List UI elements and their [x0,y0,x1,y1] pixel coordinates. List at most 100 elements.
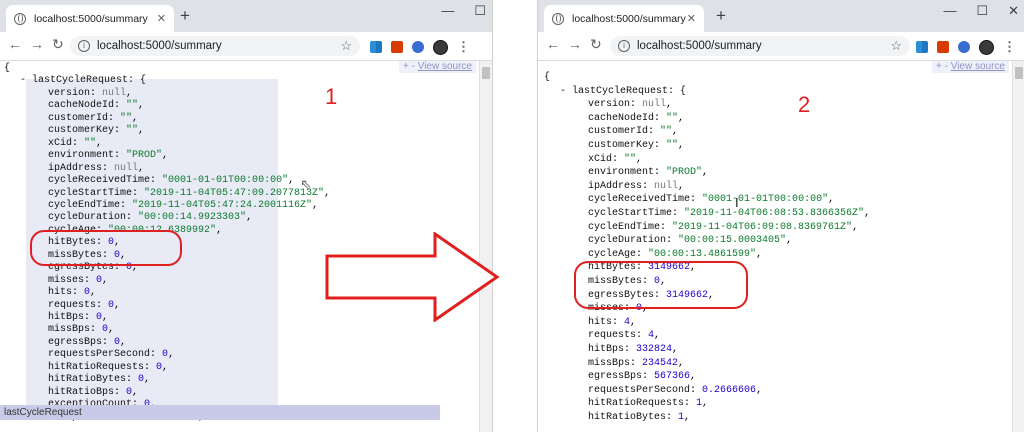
tab-strip: localhost:5000/summary ✕ + — ☐ [0,0,492,32]
json-key: cycleDuration [48,212,127,224]
office-icon[interactable] [391,41,403,53]
maximize-icon[interactable]: ☐ [976,3,988,19]
json-key: egressBps [48,336,103,348]
json-value: "2019-11-04T05:47:09.2077813Z" [144,187,325,199]
view-source-link[interactable]: + - View source [398,61,476,73]
json-value: "2019-11-04T05:47:24.2001116Z" [132,199,313,211]
json-value: "" [624,153,637,165]
json-value: 0.2666606 [702,384,757,396]
close-window-icon[interactable]: ✕ [1008,3,1019,19]
arrow-right-icon [325,232,500,322]
json-text[interactable]: - lastCycleRequest: { [560,86,686,97]
json-key: requests [48,299,97,311]
json-value: "" [666,112,679,124]
globe-icon [14,12,26,25]
json-text: { [4,63,11,74]
json-key: environment [48,150,115,162]
office-icon[interactable] [937,41,949,53]
url-text: localhost:5000/summary [637,40,762,52]
back-arrow-icon[interactable]: ← [8,36,22,52]
window-controls: — ☐ ✕ [943,3,1019,19]
highlight-oval-left [30,230,182,266]
plus-icon[interactable]: + [716,6,726,26]
star-icon[interactable]: ☆ [340,38,352,54]
avatar-icon[interactable] [433,39,448,55]
reload-icon[interactable]: ↻ [52,36,64,53]
browser-window-right: localhost:5000/summary ✕ + — ☐ ✕ ← → ↻ i… [537,0,1024,432]
windows-icon[interactable] [916,41,928,53]
json-line: { [544,70,550,85]
text-cursor-icon: I [735,195,739,210]
json-value: null [654,180,679,192]
json-key: ipAddress [48,162,103,174]
close-icon[interactable]: ✕ [687,12,696,25]
json-key: hitRatioRequests [48,361,145,373]
browser-toolbar: ← → ↻ i localhost:5000/summary ☆ ⋮ [0,32,492,61]
scrollbar[interactable] [1012,61,1024,432]
globe-icon [552,12,564,25]
page-content: {- lastCycleRequest: {version: null, cach… [538,61,1013,432]
forward-arrow-icon[interactable]: → [30,36,44,52]
json-key: cacheNodeId [48,100,115,112]
extensions: ⋮ [916,39,1016,55]
json-line: hitRatioBytes: 1, [588,412,691,423]
json-value: "0001-01-01T00:00:00" [702,194,829,206]
json-key: xCid [588,153,613,165]
browser-window-left: localhost:5000/summary ✕ + — ☐ ← → ↻ i l… [0,0,493,432]
json-value: "" [84,137,97,149]
json-key: version [588,99,631,111]
tab-summary[interactable]: localhost:5000/summary ✕ [6,5,174,32]
json-key: hitRatioRequests [588,398,685,410]
json-key: cycleStartTime [588,208,673,219]
plus-icon[interactable]: + [180,6,190,26]
browser-toolbar: ← → ↻ i localhost:5000/summary ☆ ⋮ [538,32,1024,61]
avatar-icon[interactable] [979,39,994,55]
address-bar[interactable]: i localhost:5000/summary ☆ [70,36,360,56]
windows-icon[interactable] [370,41,382,53]
step-marker-2: 2 [798,92,811,117]
json-value: "PROD" [126,150,163,162]
forward-arrow-icon[interactable]: → [568,36,582,52]
menu-icon[interactable]: ⋮ [1003,39,1016,55]
json-key: cycleReceivedTime [588,194,691,206]
info-icon[interactable]: i [618,40,630,52]
json-value: "0001-01-01T00:00:00" [162,175,289,187]
highlight-oval-right [574,261,748,309]
minimize-icon[interactable]: — [943,3,956,19]
minimize-icon[interactable]: — [441,3,454,19]
reload-icon[interactable]: ↻ [590,36,602,53]
tab-summary[interactable]: localhost:5000/summary ✕ [544,5,704,32]
status-bar: lastCycleRequest [0,405,440,420]
json-value: "00:00:14.9923303" [138,212,247,224]
extension-icon[interactable] [958,41,970,53]
menu-icon[interactable]: ⋮ [457,39,470,55]
json-key: version [48,87,91,99]
view-source-link[interactable]: + - View source [931,61,1009,73]
tab-title: localhost:5000/summary [572,12,686,25]
info-icon[interactable]: i [78,40,90,52]
json-value: 567366 [654,371,691,383]
extension-icon[interactable] [412,41,424,53]
json-key: cycleDuration [588,235,667,247]
maximize-icon[interactable]: ☐ [474,3,486,19]
json-key: cycleReceivedTime [48,175,151,187]
json-key: customerKey [48,125,115,137]
json-key: customerId [48,112,109,124]
json-value: "" [666,140,679,151]
star-icon[interactable]: ☆ [890,38,902,54]
address-bar[interactable]: i localhost:5000/summary ☆ [610,36,910,56]
json-text[interactable]: - lastCycleRequest: { [20,75,146,86]
back-arrow-icon[interactable]: ← [546,36,560,52]
json-value: null [114,162,139,174]
close-icon[interactable]: ✕ [157,12,166,25]
json-value: "PROD" [666,167,703,179]
json-key: hitBps [48,312,85,323]
json-key: cycleEndTime [48,199,121,211]
json-key: requestsPerSecond [48,349,151,361]
step-marker-1: 1 [325,84,338,109]
json-key: cacheNodeId [588,112,655,124]
tab-strip: localhost:5000/summary ✕ + — ☐ ✕ [538,0,1024,32]
scroll-thumb[interactable] [482,67,490,79]
json-key: egressBps [588,371,643,383]
scroll-thumb[interactable] [1015,67,1023,79]
